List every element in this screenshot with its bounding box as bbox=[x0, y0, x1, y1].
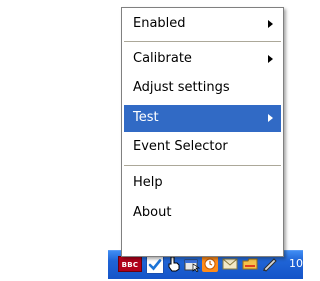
menu-separator bbox=[124, 41, 281, 42]
submenu-arrow-icon bbox=[268, 55, 273, 63]
menu-item-label: Help bbox=[133, 175, 163, 190]
window-cursor-icon[interactable] bbox=[184, 256, 201, 273]
orange-clock-icon[interactable] bbox=[202, 256, 218, 272]
menu-item-event-selector[interactable]: Event Selector bbox=[124, 134, 281, 160]
bbc-icon[interactable]: BBC bbox=[118, 256, 142, 272]
context-menu: Enabled Calibrate Adjust settings Test E… bbox=[121, 7, 284, 257]
clock-text[interactable]: 10 bbox=[289, 256, 303, 272]
menu-item-about[interactable]: About bbox=[124, 200, 281, 226]
menu-item-test[interactable]: Test bbox=[124, 105, 281, 132]
submenu-arrow-icon bbox=[268, 20, 273, 28]
menu-item-help[interactable]: Help bbox=[124, 170, 281, 196]
menu-item-adjust-settings[interactable]: Adjust settings bbox=[124, 75, 281, 101]
pointer-hand-icon[interactable] bbox=[166, 256, 182, 272]
checkmark-icon[interactable] bbox=[146, 256, 164, 274]
menu-item-label: Test bbox=[133, 110, 159, 125]
menu-item-enabled[interactable]: Enabled bbox=[124, 11, 281, 37]
menu-separator bbox=[124, 165, 281, 166]
menu-item-label: Calibrate bbox=[133, 51, 192, 66]
submenu-arrow-icon bbox=[268, 114, 273, 122]
menu-item-label: Event Selector bbox=[133, 139, 228, 154]
menu-item-label: Adjust settings bbox=[133, 80, 230, 95]
mail-envelope-icon[interactable] bbox=[222, 256, 238, 272]
menu-item-calibrate[interactable]: Calibrate bbox=[124, 46, 281, 72]
menu-item-label: About bbox=[133, 205, 172, 220]
menu-item-label: Enabled bbox=[133, 16, 186, 31]
network-folder-icon[interactable] bbox=[242, 256, 258, 272]
pen-tablet-icon[interactable] bbox=[262, 256, 278, 272]
